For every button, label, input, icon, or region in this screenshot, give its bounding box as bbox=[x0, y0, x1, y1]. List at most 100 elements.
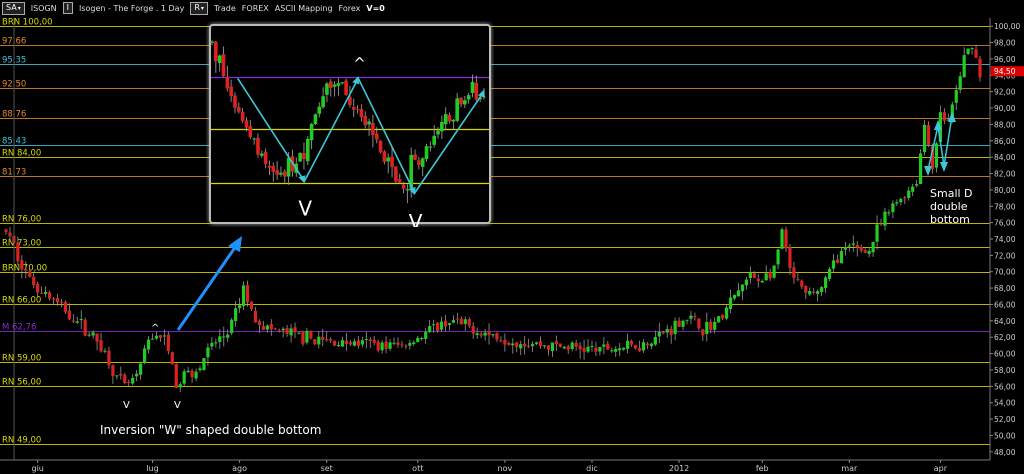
candle-body bbox=[182, 371, 186, 384]
x-tick-label: feb bbox=[756, 464, 769, 473]
inset-candle-body bbox=[463, 100, 467, 105]
candle-body bbox=[447, 323, 452, 325]
candle-body bbox=[135, 373, 139, 377]
inset-candle-body bbox=[237, 107, 241, 112]
x-tick-label: ago bbox=[232, 464, 247, 473]
candle-body bbox=[115, 375, 119, 377]
y-tick-label: 88,00 bbox=[994, 120, 1016, 129]
toolbar: SA▾ ISOGN I Isogen - The Forge . 1 Day R… bbox=[0, 0, 1024, 16]
candle-body bbox=[428, 326, 432, 333]
small-d-arrowhead bbox=[948, 112, 956, 122]
x-tick-label: 2012 bbox=[669, 464, 689, 473]
inset-candle-body bbox=[286, 157, 291, 177]
inset-candle-body bbox=[420, 158, 425, 167]
candle-body bbox=[974, 49, 978, 58]
candle-body bbox=[519, 344, 523, 349]
annotation-w-double-bottom: Inversion "W" shaped double bottom bbox=[100, 423, 321, 437]
candle-body bbox=[495, 333, 499, 340]
candle-body bbox=[934, 143, 939, 168]
info-button[interactable]: I bbox=[62, 2, 73, 14]
r-button[interactable]: R▾ bbox=[190, 1, 208, 15]
candle-body bbox=[8, 232, 12, 237]
candle-body bbox=[530, 344, 535, 347]
candle-body bbox=[954, 90, 958, 103]
candle-body bbox=[348, 342, 353, 345]
candle-body bbox=[808, 290, 812, 295]
y-tick-label: 76,00 bbox=[994, 219, 1016, 228]
candle-body bbox=[796, 278, 800, 280]
inset-candle-body bbox=[313, 114, 318, 125]
candle-body bbox=[36, 283, 40, 293]
inset-candle-body bbox=[417, 160, 421, 165]
candle-body bbox=[942, 112, 946, 121]
annotation-small-d-double-bottom: Small D bbox=[930, 187, 973, 200]
price-chart: BRN 100,0097,6695,3592,5088,7685,43RN 84… bbox=[0, 18, 1024, 473]
candle-body bbox=[190, 370, 194, 378]
candle-body bbox=[788, 247, 792, 269]
candle-body bbox=[582, 347, 586, 352]
candle-body bbox=[63, 302, 67, 312]
period-button[interactable]: SA▾ bbox=[2, 1, 25, 15]
candle-body bbox=[313, 339, 317, 345]
candle-body bbox=[178, 384, 182, 388]
market-label: FOREX bbox=[241, 3, 269, 13]
candle-body bbox=[206, 347, 210, 358]
candle-body bbox=[665, 328, 669, 333]
candle-body bbox=[503, 339, 507, 345]
candle-body bbox=[633, 345, 638, 349]
candle-body bbox=[693, 316, 697, 318]
y-tick-label: 50,00 bbox=[994, 431, 1016, 440]
candle-body bbox=[329, 339, 333, 341]
candle-body bbox=[760, 280, 764, 283]
annotation-small-d-double-bottom: double bbox=[930, 200, 968, 213]
inset-candle-body bbox=[210, 41, 214, 43]
candle-body bbox=[970, 48, 974, 50]
inset-candle-body bbox=[447, 114, 452, 122]
inset-candle-body bbox=[397, 179, 402, 183]
level-label: RN 73,00 bbox=[2, 239, 41, 249]
candle-body bbox=[20, 260, 24, 270]
inset-candle-body bbox=[263, 151, 268, 165]
candle-body bbox=[321, 337, 325, 340]
level-label: RN 59,00 bbox=[2, 354, 41, 364]
candle-body bbox=[919, 153, 923, 185]
inset-candle-body bbox=[256, 137, 260, 155]
candle-body bbox=[641, 342, 646, 351]
candle-body bbox=[816, 291, 820, 294]
candle-body bbox=[772, 265, 776, 278]
candle-body bbox=[922, 124, 927, 153]
level-label: RN 56,00 bbox=[2, 378, 41, 388]
inset-candle-body bbox=[459, 97, 463, 105]
candle-body bbox=[515, 342, 519, 348]
candle-body bbox=[285, 328, 289, 335]
candle-body bbox=[166, 334, 170, 351]
candle-body bbox=[459, 318, 463, 325]
candle-body bbox=[55, 298, 60, 303]
candle-body bbox=[194, 371, 198, 379]
y-tick-label: 70,00 bbox=[994, 268, 1016, 277]
level-label: BRN 100,00 bbox=[2, 18, 53, 28]
y-tick-label: 52,00 bbox=[994, 415, 1016, 424]
candle-body bbox=[479, 333, 483, 336]
inset-candle-body bbox=[351, 106, 356, 110]
candle-body bbox=[380, 342, 384, 351]
candle-body bbox=[142, 348, 147, 363]
inset-candle-body bbox=[432, 135, 436, 145]
candle-body bbox=[47, 292, 52, 299]
candle-body bbox=[368, 339, 372, 342]
y-tick-label: 48,00 bbox=[994, 448, 1016, 457]
inset-label-v-left: V bbox=[298, 196, 312, 220]
candle-body bbox=[364, 338, 368, 340]
candle-body bbox=[412, 342, 416, 345]
candle-body bbox=[443, 320, 448, 327]
annotation-caret: ^ bbox=[151, 323, 159, 334]
candle-body bbox=[265, 325, 269, 330]
x-tick-label: set bbox=[321, 464, 333, 473]
candle-body bbox=[119, 373, 123, 376]
candle-body bbox=[812, 291, 816, 293]
candle-body bbox=[855, 244, 859, 248]
candle-body bbox=[261, 326, 265, 330]
level-label: RN 49,00 bbox=[2, 436, 41, 446]
candle-body bbox=[911, 186, 915, 192]
candle-body bbox=[926, 124, 931, 146]
